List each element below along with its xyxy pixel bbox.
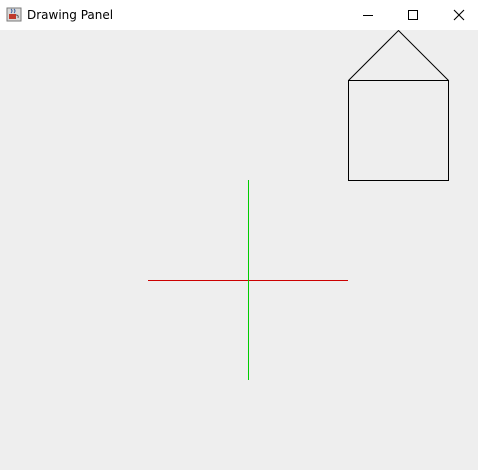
close-icon [453, 6, 465, 25]
maximize-button[interactable] [390, 0, 436, 30]
drawing-surface [148, 30, 449, 380]
drawing-panel-window: Drawing Panel [0, 0, 478, 470]
maximize-icon [407, 6, 419, 25]
house-body-square [348, 80, 449, 181]
minimize-icon [362, 6, 374, 25]
close-button[interactable] [436, 0, 478, 30]
title-bar[interactable]: Drawing Panel [0, 0, 478, 30]
java-cup-icon[interactable] [6, 6, 22, 22]
drawing-canvas[interactable] [0, 30, 478, 470]
window-title: Drawing Panel [27, 8, 114, 22]
minimize-button[interactable] [345, 0, 391, 30]
house-roof [348, 30, 449, 81]
